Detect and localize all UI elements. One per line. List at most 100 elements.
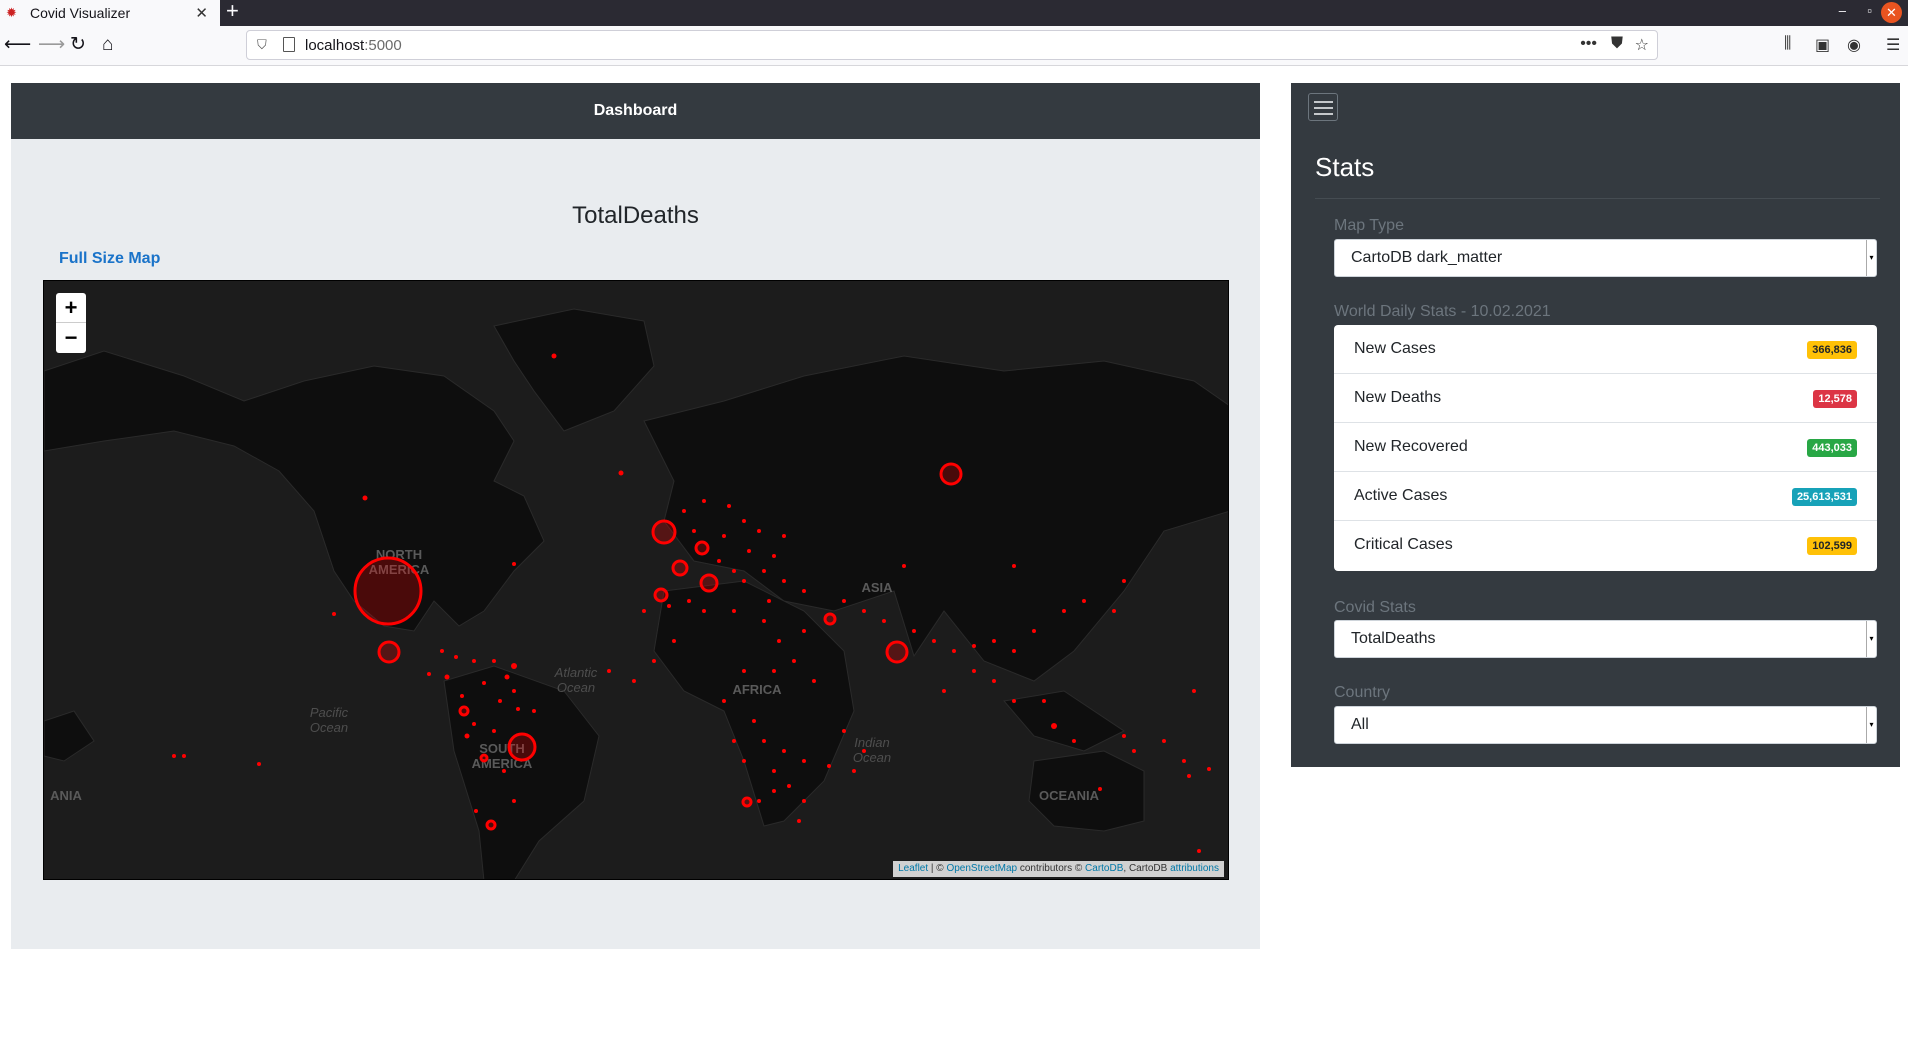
marker-uk[interactable] [651, 519, 677, 545]
new-tab-icon[interactable]: + [226, 0, 239, 22]
marker-dot[interactable] [464, 733, 470, 739]
marker-dot[interactable] [1182, 759, 1186, 763]
marker-dot[interactable] [652, 659, 656, 663]
menu-icon[interactable]: ☰ [1886, 35, 1900, 55]
world-map[interactable]: NORTH AMERICA SOUTH AMERICA AFRICA ASIA … [43, 280, 1229, 880]
marker-dot[interactable] [802, 759, 806, 763]
marker-dot[interactable] [802, 589, 806, 593]
marker-dot[interactable] [777, 639, 781, 643]
marker-india[interactable] [885, 640, 909, 664]
marker-dot[interactable] [472, 722, 476, 726]
marker-dot[interactable] [427, 672, 431, 676]
marker-dot[interactable] [1012, 564, 1016, 568]
marker-dot[interactable] [182, 754, 186, 758]
home-icon[interactable]: ⌂ [102, 34, 113, 56]
reload-icon[interactable]: ↻ [70, 34, 86, 56]
marker-dot[interactable] [782, 749, 786, 753]
minimize-icon[interactable]: – [1839, 3, 1846, 18]
marker-dot[interactable] [511, 663, 517, 669]
marker-dot[interactable] [1072, 739, 1076, 743]
hamburger-menu-icon[interactable] [1308, 93, 1338, 121]
marker-dot[interactable] [532, 709, 536, 713]
marker-dot[interactable] [551, 353, 557, 359]
marker-france[interactable] [671, 559, 689, 577]
marker-dot[interactable] [1122, 734, 1126, 738]
forward-icon[interactable]: ⟶ [38, 34, 65, 56]
marker-dot[interactable] [952, 649, 956, 653]
marker-dot[interactable] [862, 749, 866, 753]
cartodb-link[interactable]: CartoDB [1085, 863, 1123, 874]
marker-dot[interactable] [757, 529, 761, 533]
covid-stats-select[interactable]: TotalDeaths ▾ [1334, 620, 1877, 658]
marker-dot[interactable] [812, 679, 816, 683]
marker-dot[interactable] [742, 579, 746, 583]
marker-dot[interactable] [512, 562, 516, 566]
osm-link[interactable]: OpenStreetMap [946, 863, 1017, 874]
marker-dot[interactable] [1162, 739, 1166, 743]
marker-dot[interactable] [942, 689, 946, 693]
marker-dot[interactable] [492, 659, 496, 663]
full-size-map-link[interactable]: Full Size Map [59, 250, 160, 268]
marker-dot[interactable] [1192, 689, 1196, 693]
marker-dot[interactable] [792, 659, 796, 663]
marker-dot[interactable] [972, 669, 976, 673]
marker-dot[interactable] [742, 759, 746, 763]
marker-dot[interactable] [757, 799, 761, 803]
marker-dot[interactable] [732, 569, 736, 573]
marker-dot[interactable] [257, 762, 261, 766]
marker-germany[interactable] [694, 540, 710, 556]
marker-dot[interactable] [1122, 579, 1126, 583]
marker-dot[interactable] [516, 707, 520, 711]
marker-spain[interactable] [653, 587, 669, 603]
marker-dot[interactable] [747, 549, 751, 553]
account-icon[interactable]: ◉ [1847, 35, 1861, 55]
marker-dot[interactable] [732, 739, 736, 743]
sidebar-icon[interactable]: ▣ [1815, 35, 1830, 55]
marker-dot[interactable] [827, 764, 831, 768]
marker-argentina[interactable] [485, 819, 497, 831]
url-text[interactable]: localhost:5000 [305, 37, 402, 54]
marker-dot[interactable] [992, 639, 996, 643]
marker-dot[interactable] [767, 599, 771, 603]
marker-dot[interactable] [460, 694, 464, 698]
zoom-in-button[interactable]: + [56, 293, 86, 323]
marker-italy[interactable] [699, 573, 719, 593]
marker-dot[interactable] [502, 769, 506, 773]
leaflet-link[interactable]: Leaflet [898, 863, 928, 874]
marker-dot[interactable] [902, 564, 906, 568]
library-icon[interactable]: ⫼ [1784, 35, 1791, 53]
marker-dot[interactable] [512, 689, 516, 693]
marker-dot[interactable] [172, 754, 176, 758]
pocket-icon[interactable]: ⛊ [1611, 35, 1623, 53]
marker-dot[interactable] [1132, 749, 1136, 753]
marker-peru[interactable] [479, 753, 489, 763]
marker-dot[interactable] [727, 504, 731, 508]
marker-dot[interactable] [687, 599, 691, 603]
marker-dot[interactable] [912, 629, 916, 633]
marker-dot[interactable] [797, 819, 801, 823]
marker-dot[interactable] [492, 729, 496, 733]
marker-dot[interactable] [1197, 849, 1201, 853]
marker-dot[interactable] [1051, 723, 1057, 729]
country-select[interactable]: All ▾ [1334, 706, 1877, 744]
marker-dot[interactable] [1112, 609, 1116, 613]
marker-dot[interactable] [742, 669, 746, 673]
marker-dot[interactable] [772, 789, 776, 793]
marker-dot[interactable] [762, 739, 766, 743]
bookmark-star-icon[interactable]: ☆ [1635, 35, 1649, 55]
marker-dot[interactable] [472, 659, 476, 663]
marker-dot[interactable] [742, 519, 746, 523]
marker-dot[interactable] [842, 599, 846, 603]
marker-dot[interactable] [972, 644, 976, 648]
marker-south-africa[interactable] [741, 796, 753, 808]
marker-dot[interactable] [772, 769, 776, 773]
marker-dot[interactable] [882, 619, 886, 623]
marker-dot[interactable] [762, 619, 766, 623]
marker-dot[interactable] [444, 674, 450, 680]
marker-dot[interactable] [782, 579, 786, 583]
window-close-icon[interactable]: ✕ [1881, 2, 1902, 23]
marker-dot[interactable] [482, 681, 486, 685]
marker-dot[interactable] [607, 669, 611, 673]
marker-dot[interactable] [1187, 774, 1191, 778]
marker-brazil[interactable] [507, 732, 537, 762]
